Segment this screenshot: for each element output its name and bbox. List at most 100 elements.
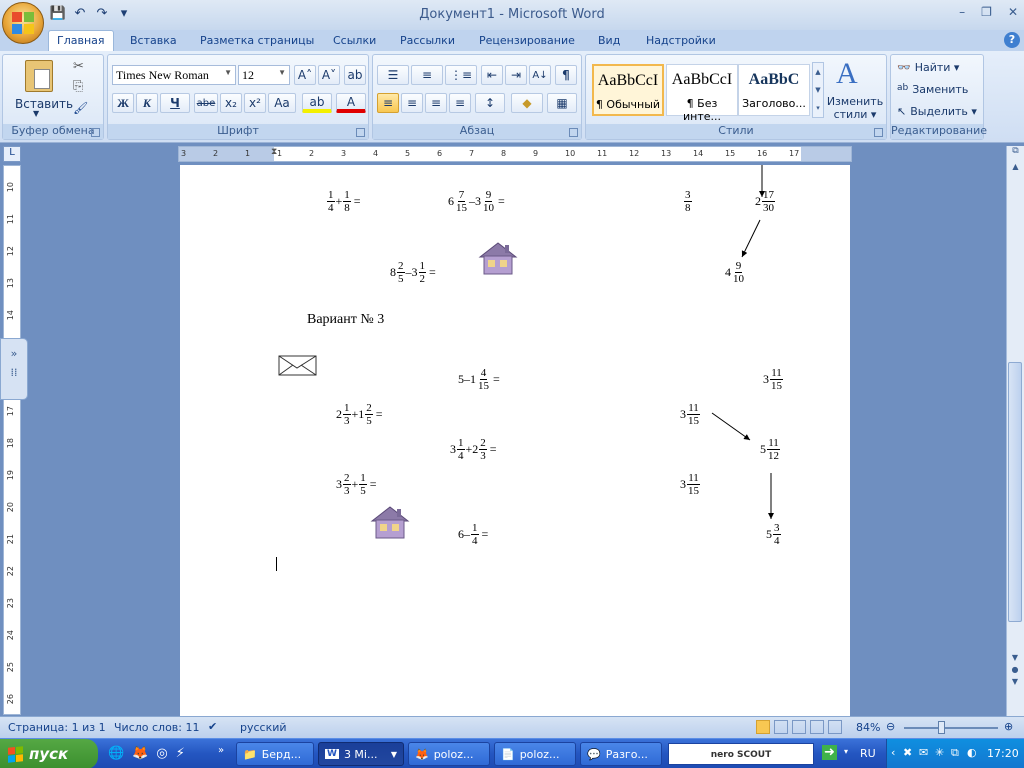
font-name-combo[interactable]: Times New Roman ▼ bbox=[112, 65, 236, 85]
tab-addins[interactable]: Надстройки bbox=[638, 32, 724, 51]
tab-home[interactable]: Главная bbox=[48, 30, 114, 51]
language-indicator[interactable]: RU bbox=[860, 747, 876, 760]
tab-review[interactable]: Рецензирование bbox=[471, 32, 583, 51]
toolbar-more-icon[interactable]: ▾ bbox=[844, 747, 848, 756]
go-arrow-icon[interactable]: ➜ bbox=[822, 745, 837, 760]
ruler-toggle-icon[interactable]: ⧉ bbox=[1007, 146, 1024, 162]
firefox-icon[interactable]: 🦊 bbox=[132, 746, 148, 761]
multilevel-button[interactable]: ⋮≡ bbox=[445, 65, 477, 85]
winamp-icon[interactable]: ⚡ bbox=[176, 746, 185, 761]
shading-button[interactable]: ◆ bbox=[511, 93, 543, 113]
tab-view[interactable]: Вид bbox=[590, 32, 628, 51]
dialog-launcher-icon[interactable] bbox=[91, 128, 100, 137]
bullets-button[interactable]: ☰ bbox=[377, 65, 409, 85]
style-heading[interactable]: AaBbC Заголово... bbox=[738, 64, 810, 116]
office-button[interactable] bbox=[2, 2, 44, 44]
clock[interactable]: 17:20 bbox=[987, 747, 1019, 760]
maximize-button[interactable]: ❐ bbox=[981, 5, 992, 19]
font-size-combo[interactable]: 12 ▼ bbox=[238, 65, 290, 85]
ie-icon[interactable]: 🌐 bbox=[108, 746, 124, 761]
dialog-launcher-icon[interactable] bbox=[569, 128, 578, 137]
language-status[interactable]: русский bbox=[240, 721, 287, 734]
change-case-button[interactable]: Aa bbox=[268, 93, 296, 113]
borders-button[interactable]: ▦ bbox=[547, 93, 577, 113]
highlight-button[interactable]: ab bbox=[302, 93, 332, 113]
quick-launch-more-icon[interactable]: » bbox=[218, 745, 224, 756]
word-count[interactable]: Число слов: 11 bbox=[114, 721, 200, 734]
task-chat[interactable]: 💬 Разго... bbox=[580, 742, 662, 766]
justify-button[interactable]: ≡ bbox=[449, 93, 471, 113]
web-layout-icon[interactable] bbox=[792, 720, 806, 734]
clear-format-button[interactable]: ab bbox=[344, 65, 366, 85]
align-center-button[interactable]: ≡ bbox=[401, 93, 423, 113]
page-count[interactable]: Страница: 1 из 1 bbox=[8, 721, 106, 734]
cut-icon[interactable]: ✂ bbox=[73, 59, 84, 74]
find-button[interactable]: 👓 Найти ▾ bbox=[897, 61, 959, 74]
tab-selector[interactable]: L bbox=[3, 146, 21, 162]
italic-button[interactable]: К bbox=[136, 93, 158, 113]
replace-button[interactable]: ab Заменить bbox=[897, 83, 968, 96]
browse-buttons[interactable]: ▼ ● ▼ bbox=[1007, 652, 1023, 688]
strikethrough-button[interactable]: abe bbox=[194, 93, 218, 113]
grow-font-button[interactable]: A˄ bbox=[294, 65, 316, 85]
task-pdf[interactable]: 📄 poloz... bbox=[494, 742, 576, 766]
font-color-button[interactable]: A bbox=[336, 93, 366, 113]
spellcheck-icon[interactable]: ✔ bbox=[208, 720, 217, 733]
bold-button[interactable]: Ж bbox=[112, 93, 134, 113]
show-marks-button[interactable]: ¶ bbox=[555, 65, 577, 85]
shrink-font-button[interactable]: A˅ bbox=[318, 65, 340, 85]
network-icon[interactable]: ⧉ bbox=[951, 746, 959, 760]
superscript-button[interactable]: x² bbox=[244, 93, 266, 113]
document-page[interactable]: 14 + 18 = 6 7 15 – 3 9 10 = 38 2 17 30 8 25… bbox=[180, 165, 850, 716]
help-icon[interactable]: ? bbox=[1004, 32, 1020, 48]
task-word[interactable]: W 3 Mi... ▼ bbox=[318, 742, 404, 766]
zoom-in-icon[interactable]: ⊕ bbox=[1004, 720, 1013, 733]
zoom-slider[interactable] bbox=[904, 727, 998, 729]
subscript-button[interactable]: x₂ bbox=[220, 93, 242, 113]
align-left-button[interactable]: ≡ bbox=[377, 93, 399, 113]
select-button[interactable]: ↖ Выделить ▾ bbox=[897, 105, 977, 118]
close-button[interactable]: ✕ bbox=[1008, 5, 1018, 19]
tab-page-layout[interactable]: Разметка страницы bbox=[192, 32, 322, 51]
zoom-out-icon[interactable]: ⊖ bbox=[886, 720, 895, 733]
copy-icon[interactable]: ⎘ bbox=[73, 79, 83, 94]
change-styles-button[interactable]: Изменить стили ▾ bbox=[826, 95, 884, 121]
start-button[interactable]: пуск bbox=[0, 739, 98, 768]
vertical-ruler[interactable]: 1011121314151617181920212223242526 bbox=[3, 165, 21, 715]
mail-icon[interactable]: ✉ bbox=[919, 746, 928, 759]
paste-dropdown-icon[interactable]: ▼ bbox=[33, 109, 39, 118]
draft-icon[interactable] bbox=[828, 720, 842, 734]
underline-button[interactable]: Ч bbox=[160, 93, 190, 113]
align-right-button[interactable]: ≡ bbox=[425, 93, 447, 113]
tab-mailings[interactable]: Рассылки bbox=[392, 32, 463, 51]
style-normal[interactable]: AaBbCcI ¶ Обычный bbox=[592, 64, 664, 116]
task-firefox[interactable]: 🦊 poloz... bbox=[408, 742, 490, 766]
side-panel-handle[interactable]: » ⁞⁞ bbox=[0, 338, 28, 400]
zoom-thumb[interactable] bbox=[938, 721, 945, 734]
decrease-indent-button[interactable]: ⇤ bbox=[481, 65, 503, 85]
scroll-up-icon[interactable]: ▲ bbox=[1007, 162, 1024, 178]
reading-layout-icon[interactable] bbox=[774, 720, 788, 734]
horizontal-ruler[interactable]: 3 2 1 1 2 3 4 5 6 7 8 9 10 11 12 13 14 15 16 17 ⧗ bbox=[178, 146, 852, 162]
opera-icon[interactable]: ◎ bbox=[156, 746, 167, 761]
outline-icon[interactable] bbox=[810, 720, 824, 734]
antivirus-icon[interactable]: ✖ bbox=[903, 746, 912, 759]
gear-icon[interactable]: ✳ bbox=[935, 746, 944, 759]
minimize-button[interactable]: – bbox=[959, 5, 965, 19]
style-no-spacing[interactable]: AaBbCcI ¶ Без инте... bbox=[666, 64, 738, 123]
print-layout-icon[interactable] bbox=[756, 720, 770, 734]
volume-icon[interactable]: ◐ bbox=[967, 746, 977, 759]
indent-marker-icon[interactable]: ⧗ bbox=[271, 147, 277, 157]
line-spacing-button[interactable]: ↕ bbox=[475, 93, 505, 113]
scroll-thumb[interactable] bbox=[1008, 362, 1022, 622]
tray-expand-icon[interactable]: ‹ bbox=[891, 746, 895, 759]
zoom-level[interactable]: 84% bbox=[856, 721, 880, 734]
task-folder[interactable]: 📁 Берд... bbox=[236, 742, 314, 766]
nero-scout-box[interactable]: nero SCOUT bbox=[668, 743, 814, 765]
dialog-launcher-icon[interactable] bbox=[356, 128, 365, 137]
increase-indent-button[interactable]: ⇥ bbox=[505, 65, 527, 85]
format-painter-icon[interactable]: 🖌 bbox=[73, 101, 88, 115]
sort-button[interactable]: A↓ bbox=[529, 65, 551, 85]
numbering-button[interactable]: ≡ bbox=[411, 65, 443, 85]
styles-scroll[interactable]: ▲ ▼ ▾ bbox=[812, 62, 824, 118]
